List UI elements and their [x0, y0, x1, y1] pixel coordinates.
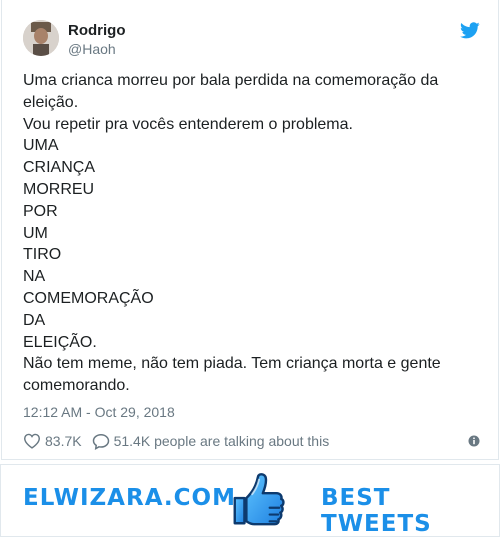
tweet-line: comemorando. — [23, 377, 130, 395]
author-handle[interactable]: @Haoh — [68, 41, 116, 57]
tweet-line: ELEIÇÃO. — [23, 333, 97, 351]
tweet-timestamp[interactable]: 12:12 AM - Oct 29, 2018 — [23, 404, 175, 420]
tweet-line: NA — [23, 268, 46, 286]
tweet-line: Vou repetir pra vocês entenderem o probl… — [23, 115, 353, 133]
tweet-actions: 83.7K 51.4K people are talking about thi… — [23, 432, 329, 450]
reply-button[interactable]: 51.4K people are talking about this — [92, 433, 330, 450]
like-count: 83.7K — [45, 433, 82, 449]
like-button[interactable]: 83.7K — [23, 433, 82, 449]
heart-icon — [23, 433, 41, 449]
avatar[interactable] — [23, 20, 59, 56]
author-name[interactable]: Rodrigo — [68, 22, 126, 39]
tweet-line: UMA — [23, 137, 59, 155]
tweet-line: TIRO — [23, 246, 62, 264]
tweet-line: CRIANÇA — [23, 159, 96, 177]
tweet-line: COMEMORAÇÃO — [23, 289, 154, 307]
replies-text: 51.4K people are talking about this — [113, 433, 330, 449]
tweet-line: Uma crianca morreu por bala perdida na c… — [23, 72, 439, 89]
twitter-bird-icon[interactable] — [460, 22, 480, 39]
speech-bubble-icon — [92, 433, 109, 450]
tweet-text: Uma crianca morreu por bala perdida na c… — [23, 70, 478, 397]
tweet-line: DA — [23, 311, 46, 329]
tweet-line: MORREU — [23, 180, 95, 198]
tweet-line: eleição. — [23, 93, 79, 111]
tweet-line: Não tem meme, não tem piada. Tem criança… — [23, 355, 441, 373]
promo-banner: ELWIZARA.COM BEST TWEETS — [0, 464, 500, 537]
tweet-line: POR — [23, 202, 58, 220]
banner-tagline: BEST TWEETS — [321, 485, 432, 537]
site-name[interactable]: ELWIZARA.COM — [23, 485, 236, 511]
info-icon[interactable] — [468, 435, 480, 447]
thumbs-up-icon — [233, 473, 285, 526]
tweet-line: UM — [23, 224, 48, 242]
tweet-card: Rodrigo @Haoh Uma crianca morreu por bal… — [1, 0, 499, 460]
